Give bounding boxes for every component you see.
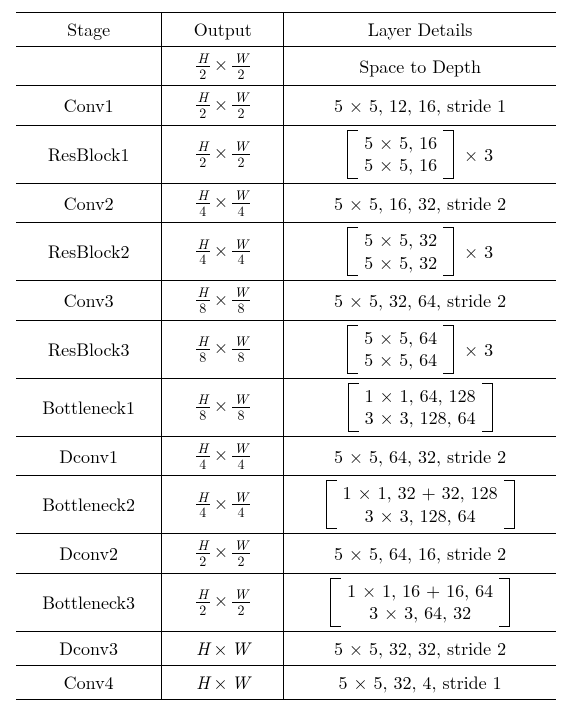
stage-cell: Conv3: [16, 281, 162, 320]
table-row: Dconv3H×W5 × 5, 32, 32, stride 2: [16, 631, 556, 665]
table-row: Conv4H×W5 × 5, 32, 4, stride 1: [16, 665, 556, 699]
table-row: Dconv2H2×W25 × 5, 64, 16, stride 2: [16, 534, 556, 573]
stage-cell: Bottleneck3: [16, 573, 162, 631]
output-cell: H4×W4: [162, 436, 284, 475]
details-cell: 5 × 5, 64, 32, stride 2: [284, 436, 556, 475]
table-row: Bottleneck1H8×W81 × 1, 64, 1283 × 3, 128…: [16, 378, 556, 436]
details-cell: 1 × 1, 64, 1283 × 3, 128, 64: [284, 378, 556, 436]
output-cell: H4×W4: [162, 476, 284, 534]
table-row: ResBlock1H2×W25 × 5, 165 × 5, 16× 3: [16, 125, 556, 183]
output-cell: H×W: [162, 665, 284, 699]
table-row: ResBlock2H4×W45 × 5, 325 × 5, 32× 3: [16, 223, 556, 281]
details-cell: Space to Depth: [284, 47, 556, 86]
table-row: ResBlock3H8×W85 × 5, 645 × 5, 64× 3: [16, 320, 556, 378]
details-cell: 5 × 5, 32, 64, stride 2: [284, 281, 556, 320]
table-row: H2×W2Space to Depth: [16, 47, 556, 86]
stage-cell: Conv4: [16, 665, 162, 699]
col-details-header: Layer Details: [284, 13, 556, 47]
output-cell: H2×W2: [162, 125, 284, 183]
col-output-header: Output: [162, 13, 284, 47]
architecture-table: Stage Output Layer Details H2×W2Space to…: [16, 12, 556, 700]
stage-cell: ResBlock1: [16, 125, 162, 183]
details-cell: 5 × 5, 32, 32, stride 2: [284, 631, 556, 665]
stage-cell: Dconv2: [16, 534, 162, 573]
output-cell: H2×W2: [162, 573, 284, 631]
stage-cell: ResBlock2: [16, 223, 162, 281]
stage-cell: Bottleneck1: [16, 378, 162, 436]
stage-cell: ResBlock3: [16, 320, 162, 378]
output-cell: H8×W8: [162, 378, 284, 436]
col-stage-header: Stage: [16, 13, 162, 47]
output-cell: H4×W4: [162, 223, 284, 281]
details-cell: 5 × 5, 32, 4, stride 1: [284, 665, 556, 699]
output-cell: H×W: [162, 631, 284, 665]
details-cell: 5 × 5, 645 × 5, 64× 3: [284, 320, 556, 378]
table-row: Bottleneck3H2×W21 × 1, 16 + 16, 643 × 3,…: [16, 573, 556, 631]
details-cell: 5 × 5, 325 × 5, 32× 3: [284, 223, 556, 281]
stage-cell: Dconv1: [16, 436, 162, 475]
output-cell: H8×W8: [162, 281, 284, 320]
stage-cell: [16, 47, 162, 86]
stage-cell: Conv1: [16, 86, 162, 125]
output-cell: H2×W2: [162, 47, 284, 86]
details-cell: 5 × 5, 165 × 5, 16× 3: [284, 125, 556, 183]
table-row: Conv2H4×W45 × 5, 16, 32, stride 2: [16, 183, 556, 222]
stage-cell: Bottleneck2: [16, 476, 162, 534]
output-cell: H2×W2: [162, 534, 284, 573]
output-cell: H8×W8: [162, 320, 284, 378]
details-cell: 5 × 5, 12, 16, stride 1: [284, 86, 556, 125]
table-row: Conv1H2×W25 × 5, 12, 16, stride 1: [16, 86, 556, 125]
table-row: Bottleneck2H4×W41 × 1, 32 + 32, 1283 × 3…: [16, 476, 556, 534]
table-row: Dconv1H4×W45 × 5, 64, 32, stride 2: [16, 436, 556, 475]
output-cell: H2×W2: [162, 86, 284, 125]
details-cell: 1 × 1, 16 + 16, 643 × 3, 64, 32: [284, 573, 556, 631]
table-header-row: Stage Output Layer Details: [16, 13, 556, 47]
stage-cell: Conv2: [16, 183, 162, 222]
details-cell: 5 × 5, 16, 32, stride 2: [284, 183, 556, 222]
stage-cell: Dconv3: [16, 631, 162, 665]
details-cell: 1 × 1, 32 + 32, 1283 × 3, 128, 64: [284, 476, 556, 534]
output-cell: H4×W4: [162, 183, 284, 222]
table-row: Conv3H8×W85 × 5, 32, 64, stride 2: [16, 281, 556, 320]
details-cell: 5 × 5, 64, 16, stride 2: [284, 534, 556, 573]
